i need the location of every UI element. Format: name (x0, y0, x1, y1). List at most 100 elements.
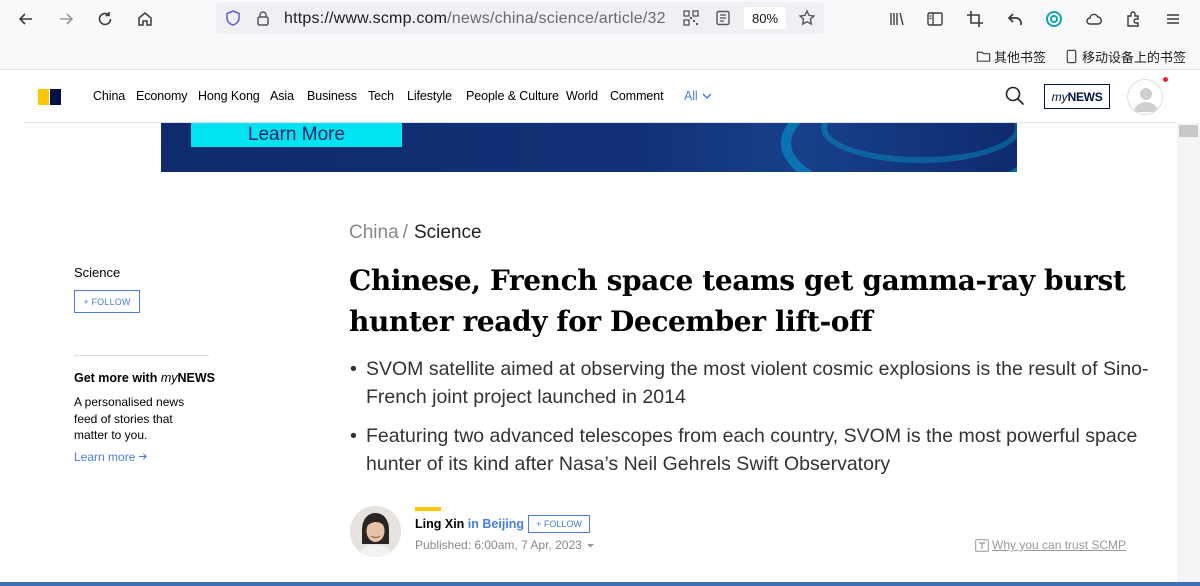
hamburger-icon (1167, 14, 1179, 24)
extensions-button[interactable] (1120, 6, 1146, 32)
undo-icon (1007, 13, 1022, 25)
library-button[interactable] (884, 6, 910, 32)
crop-icon (967, 11, 983, 27)
nav-asia[interactable]: Asia (270, 89, 294, 103)
author-follow-button[interactable]: + FOLLOW (528, 515, 590, 533)
topic-follow-button[interactable]: + FOLLOW (74, 290, 140, 313)
bookmarks-bar: 其他书签 移动设备上的书签 (0, 38, 1200, 70)
star-bookmark-icon[interactable] (798, 9, 816, 27)
mynews-learn-more-link[interactable]: Learn more (74, 450, 148, 464)
sidebar-divider (74, 355, 209, 356)
trust-scmp-link[interactable]: Why you can trust SCMP (975, 538, 1126, 552)
screenshot-button[interactable] (962, 6, 988, 32)
bullet-icon: • (350, 425, 357, 447)
url-bar[interactable]: https://www.scmp.com/news/china/science/… (216, 2, 824, 34)
os-taskbar-edge (0, 582, 1200, 586)
author-accent-bar (415, 507, 441, 511)
mynews-prefix: my (1051, 89, 1068, 104)
url-text[interactable]: https://www.scmp.com/news/china/science/… (284, 10, 688, 28)
summary-point: • Featuring two advanced telescopes from… (349, 422, 1149, 478)
swirl-extension-icon (1046, 11, 1062, 27)
nav-tech[interactable]: Tech (368, 89, 394, 103)
puzzle-icon (1127, 11, 1139, 27)
breadcrumb-separator: / (402, 222, 408, 243)
back-button[interactable] (13, 6, 39, 32)
caret-down-icon (586, 543, 594, 547)
nav-lifestyle[interactable]: Lifestyle (407, 89, 452, 103)
arrow-right-icon (60, 13, 74, 25)
home-button[interactable] (132, 6, 158, 32)
bookmark-label: 其他书签 (994, 50, 1047, 65)
site-search-button[interactable] (1004, 85, 1026, 107)
breadcrumb-china[interactable]: China (349, 222, 399, 243)
bullet-icon: • (350, 358, 357, 380)
bookmark-other[interactable]: 其他书签 (976, 47, 1046, 66)
nav-all-label: All (684, 89, 698, 103)
logo-navy-block (50, 89, 61, 105)
nav-comment[interactable]: Comment (610, 89, 664, 103)
breadcrumb-science[interactable]: Science (414, 222, 482, 243)
bookmark-label: 移动设备上的书签 (1082, 50, 1187, 65)
cloud-icon (1086, 13, 1103, 25)
author-avatar[interactable] (350, 506, 401, 557)
author-byline: Ling Xin in Beijing (415, 517, 524, 531)
sidebar-icon (927, 12, 943, 26)
undo-button[interactable] (1002, 6, 1028, 32)
promo-title-my: my (160, 371, 178, 385)
lock-icon[interactable] (254, 9, 272, 27)
extension-swirl-button[interactable] (1041, 6, 1067, 32)
trust-link-label: Why you can trust SCMP (992, 538, 1127, 552)
url-path: /news/china/science/article/32 (447, 10, 666, 27)
menu-button[interactable] (1160, 6, 1186, 32)
breadcrumb: China / Science (349, 222, 482, 244)
arrow-right-icon (139, 453, 148, 460)
author-portrait-icon (350, 506, 401, 557)
mynews-promo-title: Get more with myNEWS (74, 371, 215, 385)
nav-hong-kong[interactable]: Hong Kong (198, 89, 260, 103)
page-scrollbar[interactable] (1177, 123, 1200, 586)
learn-more-label: Learn more (74, 450, 136, 464)
user-avatar-icon (1134, 88, 1158, 112)
published-date[interactable]: Published: 6:00am, 7 Apr, 2023 (415, 538, 595, 552)
chevron-down-icon (702, 93, 712, 100)
home-icon (138, 12, 152, 26)
tracking-shield-icon[interactable] (224, 9, 242, 27)
mobile-device-icon (1066, 49, 1077, 64)
mynews-button[interactable]: my NEWS (1044, 84, 1110, 109)
nav-world[interactable]: World (566, 89, 598, 103)
scmp-logo[interactable] (38, 89, 61, 105)
browser-toolbar: https://www.scmp.com/news/china/science/… (0, 0, 1200, 38)
reload-icon (98, 12, 112, 26)
scrollbar-thumb[interactable] (1179, 125, 1198, 137)
ad-learn-more-button[interactable]: Learn More (191, 123, 402, 147)
cloud-extension-button[interactable] (1081, 6, 1107, 32)
user-avatar-button[interactable] (1127, 79, 1163, 115)
author-name-link[interactable]: Ling Xin (415, 517, 464, 531)
nav-china[interactable]: China (93, 89, 125, 103)
site-header: China Economy Hong Kong Asia Business Te… (24, 71, 1176, 123)
nav-economy[interactable]: Economy (136, 89, 188, 103)
search-icon (1005, 86, 1025, 106)
published-text: Published: 6:00am, 7 Apr, 2023 (415, 538, 582, 552)
forward-button[interactable] (53, 6, 79, 32)
nav-all-dropdown[interactable]: All (684, 89, 713, 103)
reload-button[interactable] (92, 6, 118, 32)
article-headline: Chinese, French space teams get gamma-ra… (349, 264, 1126, 338)
bookmark-mobile[interactable]: 移动设备上的书签 (1064, 47, 1186, 66)
nav-business[interactable]: Business (307, 89, 357, 103)
folder-icon (976, 51, 991, 62)
promo-title-news: NEWS (177, 371, 216, 385)
logo-yellow-block (38, 89, 49, 105)
zoom-level-badge[interactable]: 80% (744, 7, 786, 29)
ad-banner[interactable]: Learn More (161, 123, 1017, 172)
sidebar-toggle-button[interactable] (922, 6, 948, 32)
library-icon (890, 12, 904, 26)
reader-view-icon[interactable] (714, 9, 732, 27)
trust-badge-icon (975, 538, 989, 552)
author-location: in Beijing (467, 517, 525, 531)
summary-text: Featuring two advanced telescopes from e… (366, 425, 1138, 475)
url-host: https://www.scmp.com (284, 10, 448, 27)
qr-code-icon[interactable] (682, 9, 700, 27)
nav-people-culture[interactable]: People & Culture (466, 89, 559, 103)
sidebar-topic-label: Science (74, 265, 121, 280)
